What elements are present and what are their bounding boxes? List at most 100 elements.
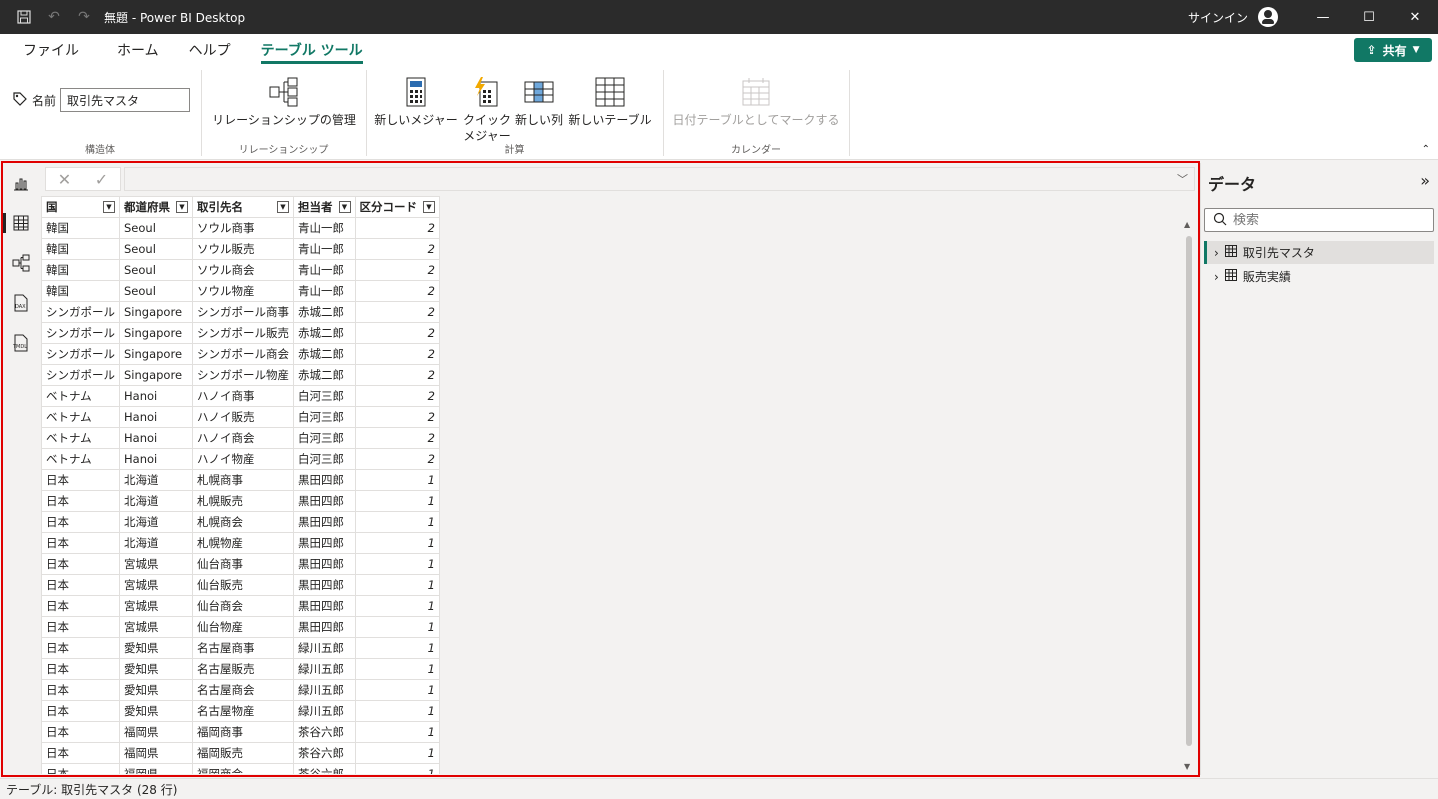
table-cell[interactable]: Singapore [119,322,193,344]
table-cell[interactable]: ハノイ商会 [192,427,294,449]
table-cell[interactable]: 2 [354,301,440,323]
chevron-right-icon[interactable]: › [1214,270,1219,284]
table-cell[interactable]: 札幌商事 [192,469,294,491]
table-cell[interactable]: 1 [354,742,440,764]
table-cell[interactable]: 2 [354,259,440,281]
table-cell[interactable]: 愛知県 [119,679,193,701]
column-header[interactable]: 都道府県 ▼ [119,196,193,218]
table-cell[interactable]: 北海道 [119,469,193,491]
collapse-ribbon-icon[interactable]: ⌃ [1422,144,1430,155]
table-cell[interactable]: シンガポール商事 [192,301,294,323]
table-cell[interactable]: ソウル販売 [192,238,294,260]
table-cell[interactable]: 宮城県 [119,595,193,617]
table-cell[interactable]: Hanoi [119,448,193,470]
table-cell[interactable]: 1 [354,532,440,554]
table-cell[interactable]: 2 [354,448,440,470]
tmdl-view-icon[interactable]: TMDL [3,323,39,363]
filter-dropdown-icon[interactable]: ▼ [423,201,435,213]
filter-dropdown-icon[interactable]: ▼ [277,201,289,213]
table-cell[interactable]: 日本 [41,763,120,774]
close-button[interactable]: ✕ [1392,0,1438,34]
table-cell[interactable]: 名古屋物産 [192,700,294,722]
table-cell[interactable]: 愛知県 [119,637,193,659]
table-cell[interactable]: 仙台物産 [192,616,294,638]
chevron-down-icon[interactable]: ﹀ [1177,171,1188,187]
tab-file[interactable]: ファイル [23,34,79,66]
table-cell[interactable]: 黒田四郎 [293,469,356,491]
mark-as-date-table-button[interactable]: 日付テーブルとしてマークする [670,76,842,128]
scrollbar-thumb[interactable] [1186,236,1192,746]
table-cell[interactable]: ベトナム [41,427,120,449]
table-cell[interactable]: 日本 [41,469,120,491]
table-cell[interactable]: シンガポール商会 [192,343,294,365]
chevron-right-icon[interactable]: › [1214,246,1219,260]
table-cell[interactable]: 愛知県 [119,700,193,722]
table-cell[interactable]: 日本 [41,490,120,512]
table-cell[interactable]: 名古屋販売 [192,658,294,680]
table-cell[interactable]: シンガポール [41,301,120,323]
table-cell[interactable]: 1 [354,469,440,491]
collapse-pane-icon[interactable]: » [1420,171,1430,190]
dax-query-icon[interactable]: DAX [3,283,39,323]
table-cell[interactable]: ベトナム [41,448,120,470]
table-cell[interactable]: 福岡県 [119,742,193,764]
table-cell[interactable]: 青山一郎 [293,280,356,302]
table-cell[interactable]: 1 [354,700,440,722]
table-cell[interactable]: 黒田四郎 [293,595,356,617]
table-cell[interactable]: 札幌販売 [192,490,294,512]
column-header[interactable]: 担当者 ▼ [293,196,356,218]
table-cell[interactable]: ハノイ商事 [192,385,294,407]
table-cell[interactable]: 仙台商会 [192,595,294,617]
table-cell[interactable]: 2 [354,427,440,449]
table-cell[interactable]: 日本 [41,658,120,680]
table-cell[interactable]: 宮城県 [119,574,193,596]
table-cell[interactable]: 赤城二郎 [293,301,356,323]
column-header[interactable]: 国 ▼ [41,196,120,218]
table-cell[interactable]: 1 [354,616,440,638]
table-cell[interactable]: 宮城県 [119,616,193,638]
table-cell[interactable]: 緑川五郎 [293,658,356,680]
table-cell[interactable]: 茶谷六郎 [293,721,356,743]
table-cell[interactable]: 日本 [41,637,120,659]
table-cell[interactable]: 北海道 [119,490,193,512]
table-cell[interactable]: 青山一郎 [293,217,356,239]
table-cell[interactable]: ハノイ販売 [192,406,294,428]
table-cell[interactable]: 白河三郎 [293,427,356,449]
table-cell[interactable]: 1 [354,763,440,774]
table-cell[interactable]: 黒田四郎 [293,511,356,533]
maximize-button[interactable]: ☐ [1346,0,1392,34]
tab-table-tools[interactable]: テーブル ツール [260,34,363,66]
table-cell[interactable]: 黒田四郎 [293,616,356,638]
signin-link[interactable]: サインイン [1188,9,1248,26]
table-cell[interactable]: 福岡商事 [192,721,294,743]
table-cell[interactable]: ソウル商会 [192,259,294,281]
table-cell[interactable]: 白河三郎 [293,385,356,407]
table-cell[interactable]: 日本 [41,616,120,638]
table-cell[interactable]: 日本 [41,595,120,617]
table-cell[interactable]: Seoul [119,238,193,260]
table-cell[interactable]: Singapore [119,343,193,365]
model-view-icon[interactable] [3,243,39,283]
table-cell[interactable]: 日本 [41,511,120,533]
table-cell[interactable]: ソウル物産 [192,280,294,302]
table-cell[interactable]: 日本 [41,700,120,722]
table-cell[interactable]: Hanoi [119,427,193,449]
table-cell[interactable]: 黒田四郎 [293,574,356,596]
table-cell[interactable]: Hanoi [119,406,193,428]
table-cell[interactable]: 宮城県 [119,553,193,575]
table-cell[interactable]: 日本 [41,721,120,743]
commit-icon[interactable]: ✓ [95,170,108,189]
table-name-input[interactable]: 取引先マスタ [60,88,191,112]
table-cell[interactable]: ベトナム [41,406,120,428]
avatar[interactable] [1258,7,1278,27]
table-cell[interactable]: 1 [354,721,440,743]
formula-input[interactable]: ﹀ [124,167,1195,191]
table-cell[interactable]: 2 [354,385,440,407]
table-cell[interactable]: シンガポール [41,343,120,365]
table-cell[interactable]: 日本 [41,679,120,701]
table-cell[interactable]: 韓国 [41,217,120,239]
table-cell[interactable]: ソウル商事 [192,217,294,239]
table-cell[interactable]: Seoul [119,280,193,302]
table-cell[interactable]: 福岡商会 [192,763,294,774]
table-cell[interactable]: 北海道 [119,532,193,554]
